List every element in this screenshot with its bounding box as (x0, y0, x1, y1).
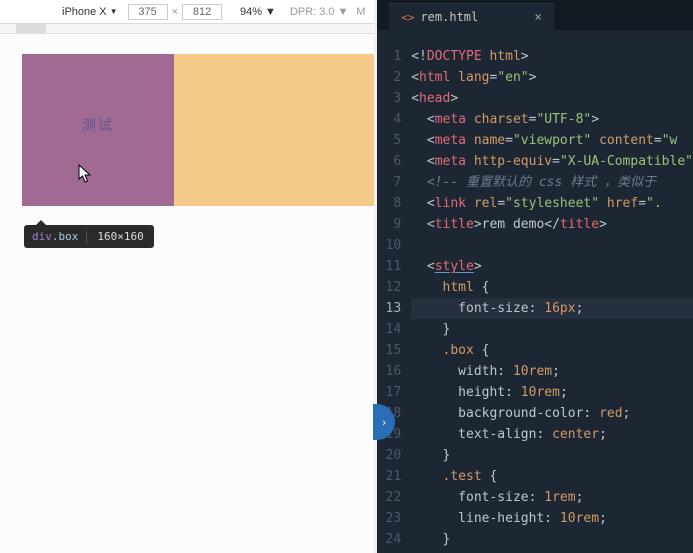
line-number: 5 (377, 130, 401, 151)
tab-filename: rem.html (420, 10, 478, 24)
code-line[interactable]: <style> (411, 256, 693, 277)
close-icon[interactable]: × (534, 10, 542, 25)
dpr-label: DPR: (290, 6, 316, 18)
chevron-right-icon: › (381, 416, 388, 429)
code-line[interactable]: <meta charset="UTF-8"> (411, 109, 693, 130)
line-number: 12 (377, 277, 401, 298)
line-number: 16 (377, 361, 401, 382)
dpr-value: 3.0 (319, 6, 334, 18)
code-line[interactable]: font-size: 16px; (411, 298, 693, 319)
line-number: 1 (377, 46, 401, 67)
line-number: 13 (377, 298, 401, 319)
preview-box[interactable]: 测试 (22, 54, 174, 206)
line-number: 17 (377, 382, 401, 403)
zoom-value: 94% (240, 6, 262, 18)
line-number: 11 (377, 256, 401, 277)
code-line[interactable]: font-size: 1rem; (411, 487, 693, 508)
code-editor[interactable]: 123456789101112131415161718192021222324 … (377, 30, 693, 553)
code-line[interactable] (411, 235, 693, 256)
ruler-horizontal (0, 24, 374, 34)
line-number: 9 (377, 214, 401, 235)
tooltip-separator (86, 231, 87, 243)
line-number: 10 (377, 235, 401, 256)
code-line[interactable]: <link rel="stylesheet" href=". (411, 193, 693, 214)
code-line[interactable]: background-color: red; (411, 403, 693, 424)
code-line[interactable]: } (411, 445, 693, 466)
toolbar-m-label: M (356, 6, 365, 18)
code-line[interactable]: text-align: center; (411, 424, 693, 445)
dpr-select[interactable]: DPR: 3.0 ▼ (290, 6, 348, 18)
line-number: 7 (377, 172, 401, 193)
page-preview[interactable]: 测试 (22, 54, 374, 206)
code-line[interactable]: <!DOCTYPE html> (411, 46, 693, 67)
tooltip-class: .box (52, 230, 79, 243)
code-area[interactable]: <!DOCTYPE html><html lang="en"><head> <m… (411, 46, 693, 553)
tooltip-dimensions: 160×160 (95, 230, 145, 243)
code-line[interactable]: height: 10rem; (411, 382, 693, 403)
line-number: 24 (377, 529, 401, 550)
code-line[interactable]: line-height: 10rem; (411, 508, 693, 529)
line-number: 21 (377, 466, 401, 487)
code-line[interactable]: <html lang="en"> (411, 67, 693, 88)
mouse-cursor-icon (78, 164, 92, 184)
device-name: iPhone X (62, 6, 107, 18)
chevron-down-icon: ▼ (265, 6, 276, 18)
line-number: 4 (377, 109, 401, 130)
code-line[interactable]: .test { (411, 466, 693, 487)
line-number: 8 (377, 193, 401, 214)
editor-tabs: <> rem.html × (377, 0, 693, 30)
preview-box-text: 测试 (82, 115, 114, 135)
editor-tab[interactable]: <> rem.html × (389, 3, 554, 30)
code-line[interactable]: } (411, 529, 693, 550)
device-viewport: 测试 (22, 54, 374, 206)
chevron-down-icon: ▼ (338, 6, 349, 18)
element-inspect-tooltip: div.box 160×160 (24, 225, 154, 248)
line-number: 2 (377, 67, 401, 88)
device-toolbar: iPhone X ▼ × 94% ▼ DPR: 3.0 ▼ M (0, 0, 374, 24)
html-file-icon: <> (401, 11, 414, 24)
line-number: 22 (377, 487, 401, 508)
line-number: 3 (377, 88, 401, 109)
dim-separator: × (172, 6, 178, 18)
code-line[interactable]: .box { (411, 340, 693, 361)
devtools-device-panel: iPhone X ▼ × 94% ▼ DPR: 3.0 ▼ M 测试 (0, 0, 374, 553)
line-number: 15 (377, 340, 401, 361)
code-line[interactable]: <head> (411, 88, 693, 109)
line-number: 14 (377, 319, 401, 340)
code-line[interactable]: <!-- 重置默认的 css 样式 ，类似于 (411, 172, 693, 193)
line-number: 6 (377, 151, 401, 172)
line-number: 20 (377, 445, 401, 466)
line-number-gutter: 123456789101112131415161718192021222324 (377, 46, 411, 553)
chevron-down-icon: ▼ (110, 7, 118, 16)
tooltip-element: div (32, 230, 52, 243)
code-line[interactable]: <meta http-equiv="X-UA-Compatible" (411, 151, 693, 172)
code-line[interactable]: html { (411, 277, 693, 298)
device-select[interactable]: iPhone X ▼ (6, 6, 124, 18)
code-line[interactable]: <meta name="viewport" content="w (411, 130, 693, 151)
line-number: 23 (377, 508, 401, 529)
zoom-select[interactable]: 94% ▼ (236, 6, 280, 18)
width-input[interactable] (128, 4, 168, 20)
code-editor-panel: <> rem.html × 12345678910111213141516171… (377, 0, 693, 553)
code-line[interactable]: } (411, 319, 693, 340)
height-input[interactable] (182, 4, 222, 20)
code-line[interactable]: width: 10rem; (411, 361, 693, 382)
code-line[interactable]: <title>rem demo</title> (411, 214, 693, 235)
